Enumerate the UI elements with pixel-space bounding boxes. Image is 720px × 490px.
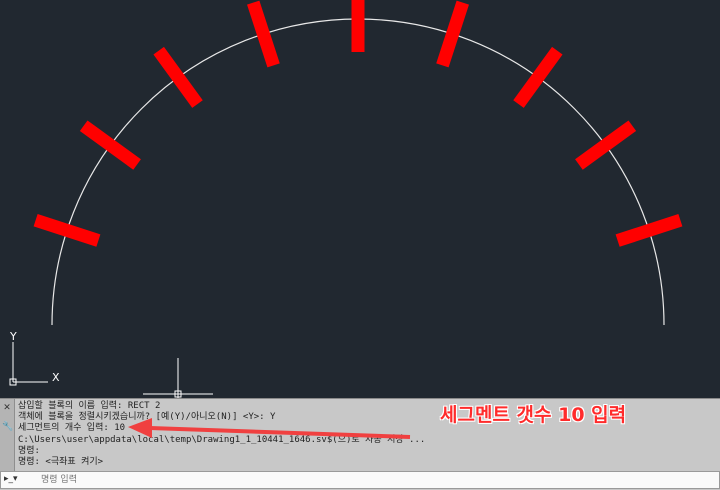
arc-curve[interactable] (51, 18, 665, 326)
ucs-icon: Y X (9, 330, 60, 386)
segment-block[interactable] (33, 214, 101, 247)
command-prompt-icon[interactable]: ▸_▾ (4, 474, 18, 484)
history-line: C:\Users\user\appdata\local\temp\Drawing… (18, 434, 426, 445)
segment-block[interactable] (247, 0, 280, 68)
history-line: 명령: (18, 445, 40, 456)
segment-block[interactable] (153, 46, 203, 108)
history-line: 명령: <극좌표 켜기> (18, 457, 104, 468)
segment-block[interactable] (436, 0, 469, 68)
segment-block[interactable] (575, 120, 637, 170)
segment-block[interactable] (513, 46, 563, 108)
annotation-text: 세그멘트 갯수 10 입력 (440, 404, 627, 426)
ucs-y-label: Y (9, 330, 17, 343)
segment-block[interactable] (79, 120, 141, 170)
crosshair-cursor (143, 358, 213, 398)
close-icon[interactable]: ✕ (2, 403, 12, 413)
segment-block[interactable] (615, 214, 683, 247)
drawing-canvas[interactable]: Y X (0, 0, 720, 398)
drawing-viewport[interactable]: Y X (0, 0, 720, 398)
command-input-row[interactable]: ▸_▾ (0, 471, 720, 489)
wrench-icon[interactable]: 🔧 (2, 422, 13, 432)
command-input[interactable] (41, 473, 701, 486)
command-line-sidebar: ✕ 🔧 (0, 399, 15, 471)
segment-block[interactable] (351, 0, 365, 52)
ucs-x-label: X (52, 371, 60, 384)
